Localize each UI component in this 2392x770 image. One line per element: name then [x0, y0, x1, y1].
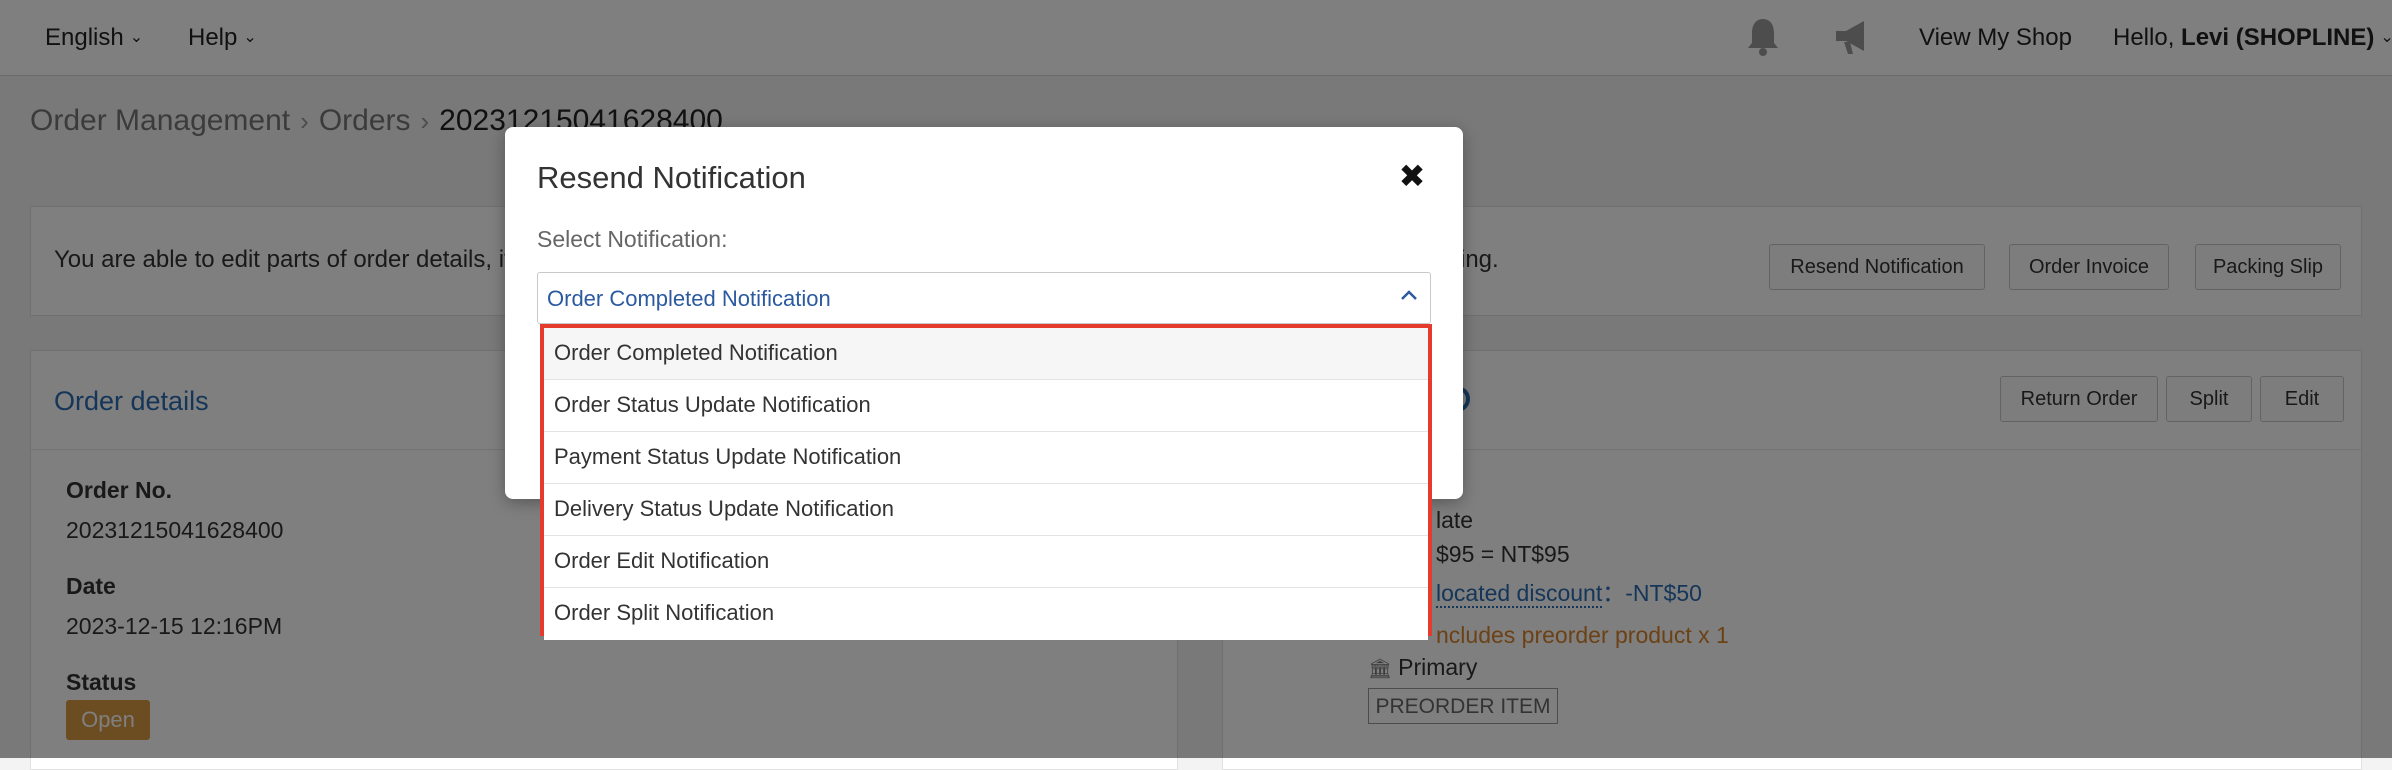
chevron-up-icon[interactable] — [1398, 284, 1420, 306]
select-notification-label: Select Notification: — [537, 226, 728, 252]
option-label: Order Status Update Notification — [554, 392, 871, 417]
option-payment-status-update[interactable]: Payment Status Update Notification — [544, 432, 1428, 484]
option-label: Order Split Notification — [554, 600, 775, 625]
option-delivery-status-update[interactable]: Delivery Status Update Notification — [544, 484, 1428, 536]
option-label: Payment Status Update Notification — [554, 444, 902, 469]
option-label: Order Completed Notification — [554, 340, 838, 365]
option-order-completed[interactable]: Order Completed Notification — [544, 328, 1428, 380]
option-label: Delivery Status Update Notification — [554, 496, 894, 521]
option-order-split[interactable]: Order Split Notification — [544, 588, 1428, 640]
option-order-status-update[interactable]: Order Status Update Notification — [544, 380, 1428, 432]
notification-select-value: Order Completed Notification — [547, 286, 831, 311]
close-icon[interactable]: ✖ — [1398, 160, 1426, 192]
modal-title: Resend Notification — [537, 160, 806, 195]
option-label: Order Edit Notification — [554, 548, 770, 573]
option-order-edit[interactable]: Order Edit Notification — [544, 536, 1428, 588]
